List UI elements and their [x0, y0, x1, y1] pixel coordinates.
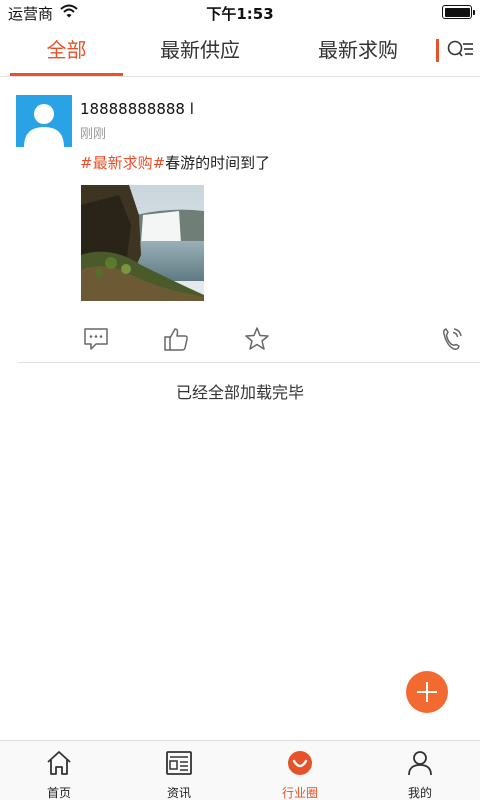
tab-divider [436, 39, 439, 62]
user-icon [408, 751, 432, 776]
bottom-nav: 首页 资讯 行业圈 我的 [0, 740, 480, 800]
post-divider [18, 362, 480, 363]
comment-icon[interactable] [82, 325, 110, 353]
circle-icon [288, 751, 312, 775]
tab-latest-supply[interactable]: 最新供应 [140, 24, 260, 76]
post-actions [0, 325, 480, 353]
like-icon[interactable] [162, 325, 190, 353]
tab-all[interactable]: 全部 [10, 24, 123, 76]
waterfall-photo [81, 185, 204, 301]
tab-latest-purchase[interactable]: 最新求购 [298, 24, 418, 76]
post-username[interactable]: 18888888888 l [80, 100, 194, 118]
top-tab-bar: 全部 最新供应 最新求购 [0, 24, 480, 77]
load-complete-text: 已经全部加载完毕 [175, 383, 304, 402]
post-content: #最新求购#春游的时间到了 [80, 152, 270, 173]
nav-label-industry-circle: 行业圈 [281, 786, 318, 800]
home-icon [47, 751, 71, 775]
nav-label-mine: 我的 [407, 786, 432, 800]
nav-label-news: 资讯 [166, 786, 191, 800]
favorite-icon[interactable] [243, 325, 271, 353]
post-image[interactable] [81, 185, 204, 301]
nav-label-home: 首页 [46, 786, 71, 800]
post-timestamp: 刚刚 [80, 127, 107, 142]
phone-icon[interactable] [437, 325, 465, 353]
news-icon [166, 751, 192, 775]
nav-item-industry-circle[interactable]: 行业圈 [252, 741, 348, 800]
default-avatar-icon [24, 104, 64, 147]
avatar[interactable] [16, 95, 72, 147]
status-bar: 运营商 下午1:53 [0, 0, 480, 24]
status-time: 下午1:53 [206, 5, 274, 23]
battery-icon [442, 5, 475, 19]
filter-search-icon[interactable] [446, 38, 474, 64]
add-post-button[interactable] [406, 671, 448, 713]
post-text: 春游的时间到了 [165, 154, 271, 172]
nav-item-mine[interactable]: 我的 [372, 741, 468, 800]
nav-item-news[interactable]: 资讯 [131, 741, 227, 800]
post-hashtag[interactable]: #最新求购# [80, 154, 165, 172]
active-tab-indicator [10, 73, 123, 76]
nav-item-home[interactable]: 首页 [11, 741, 107, 800]
